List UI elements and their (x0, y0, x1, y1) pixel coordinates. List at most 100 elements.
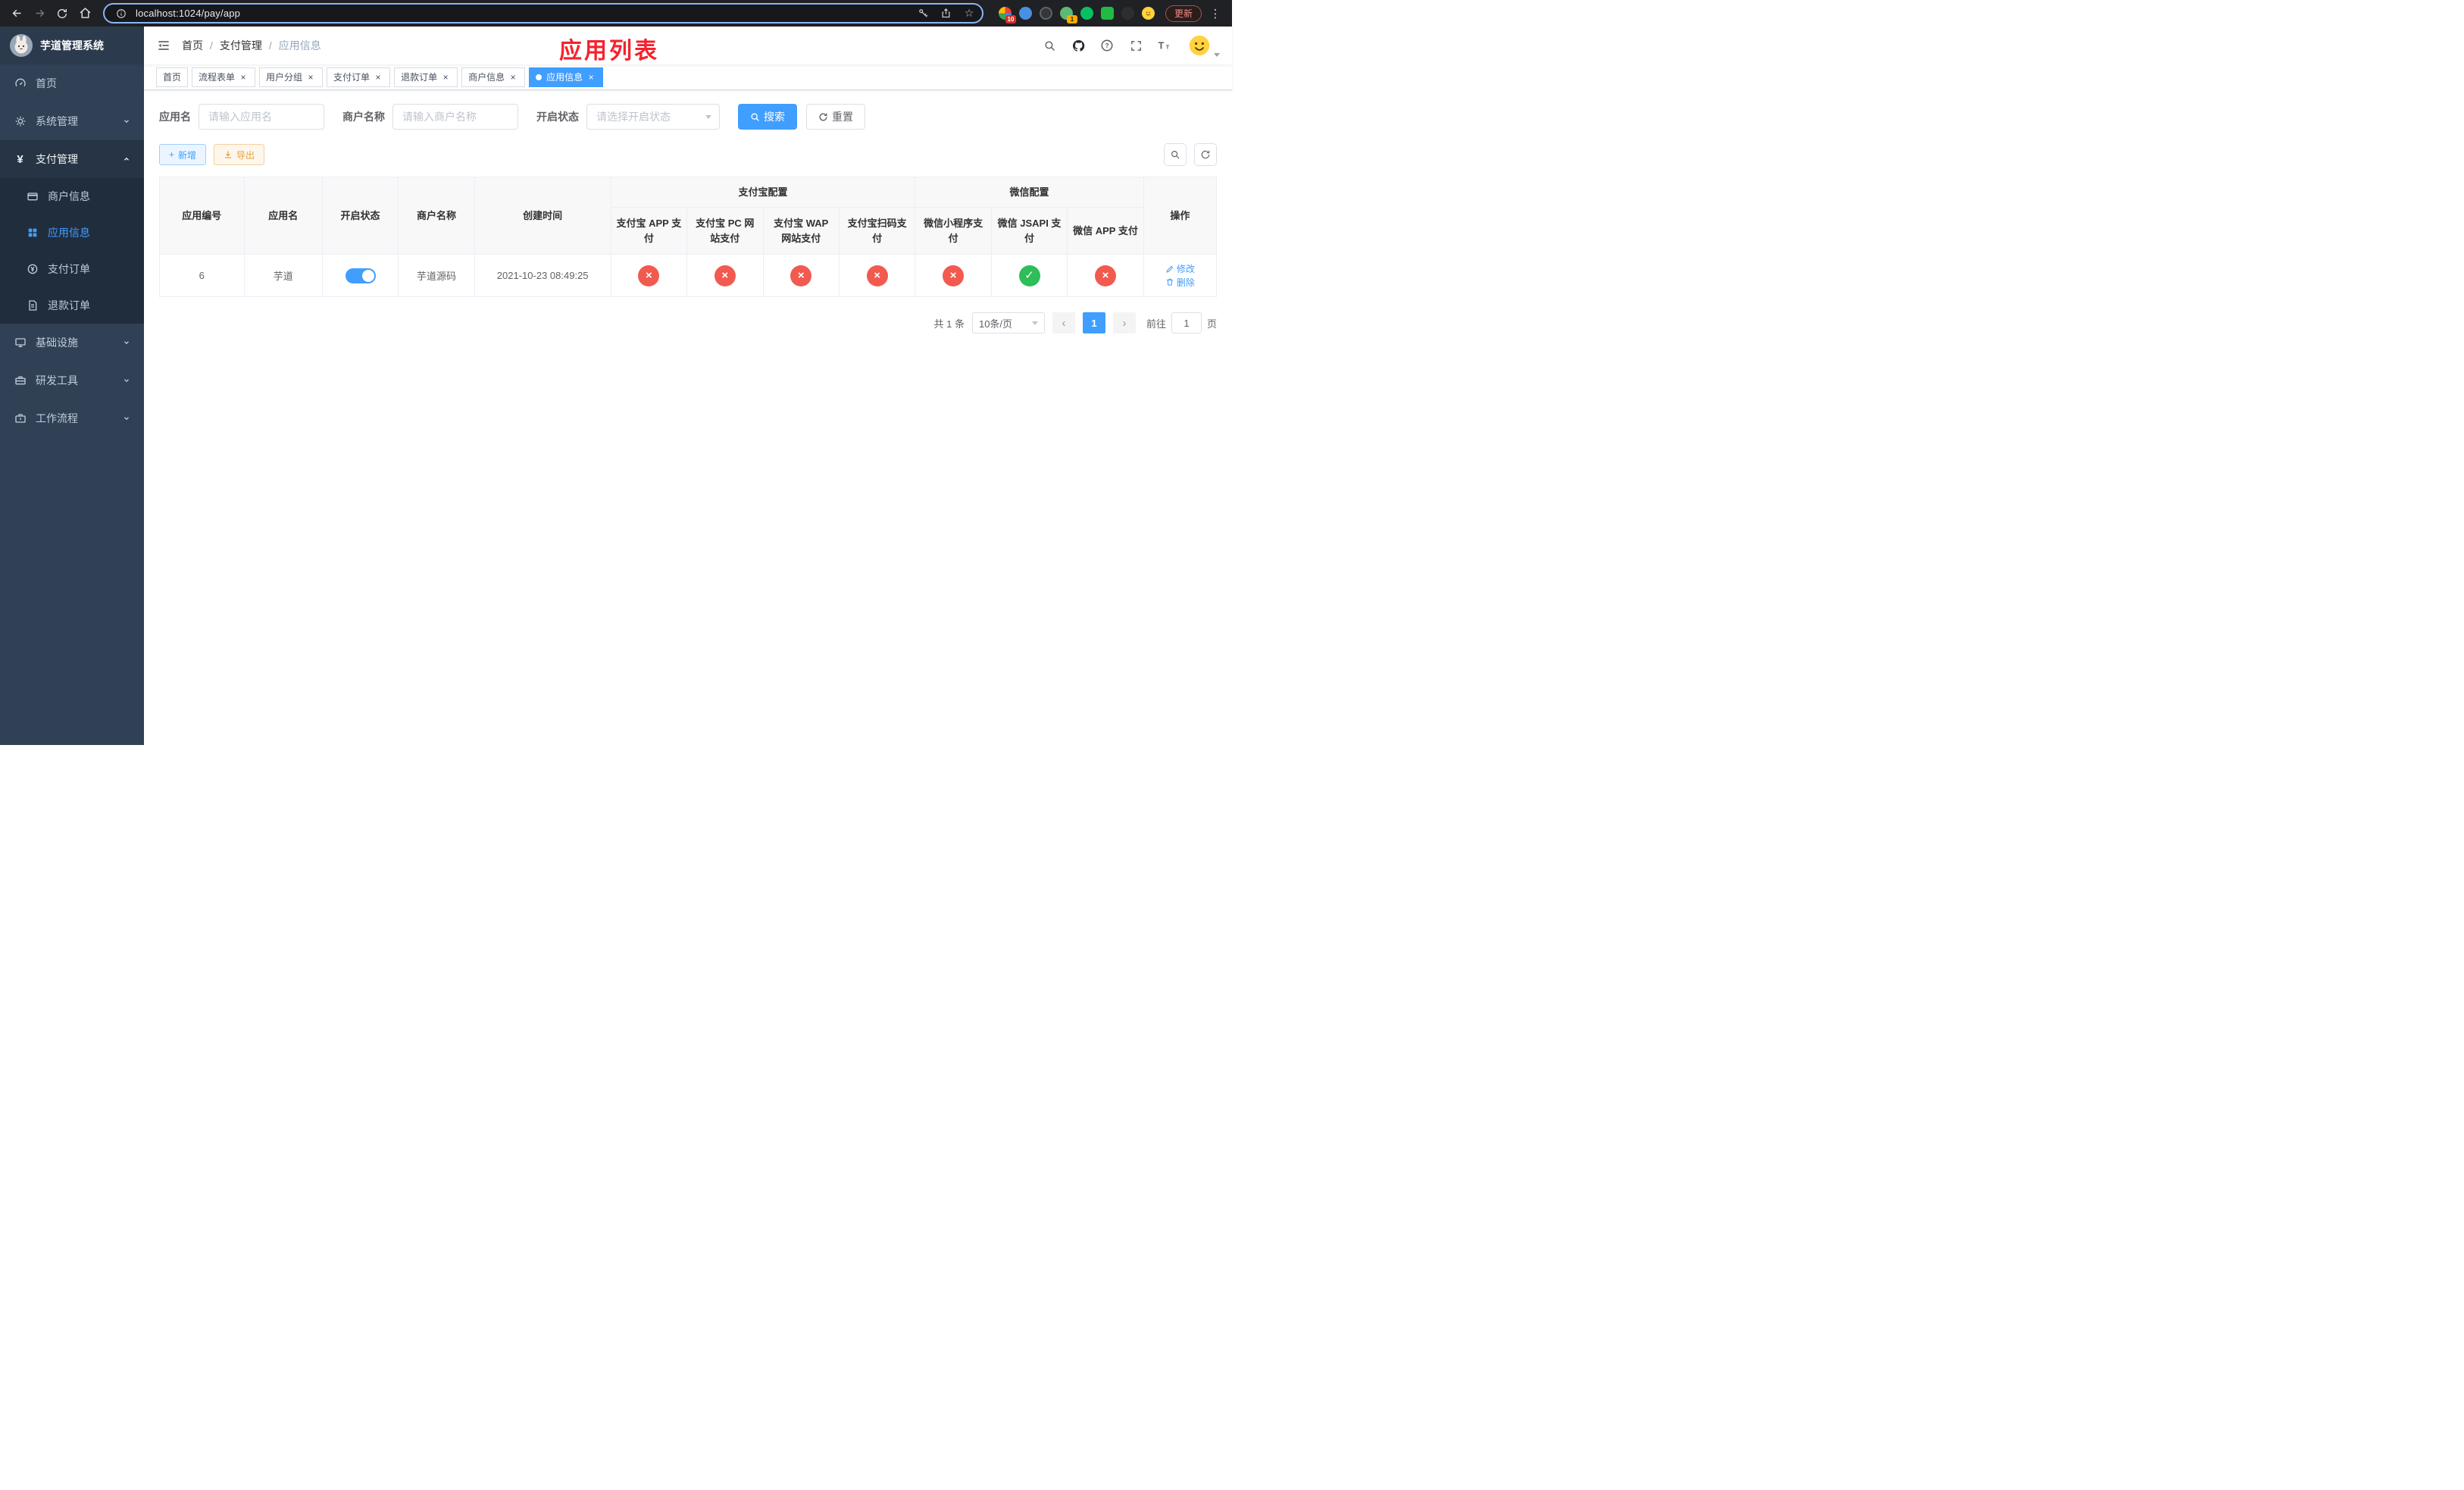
tab-app-info[interactable]: 应用信息 × (529, 67, 604, 87)
update-button[interactable]: 更新 (1165, 5, 1202, 22)
tab-process-form[interactable]: 流程表单 × (192, 67, 256, 87)
tab-close-icon[interactable]: × (508, 72, 518, 83)
share-icon[interactable] (938, 5, 955, 22)
page-size-select[interactable]: 10条/页 (971, 312, 1045, 333)
export-button[interactable]: 导出 (214, 144, 265, 165)
extensions-area: 10 1 (991, 7, 1162, 23)
col-header-alipay-qr: 支付宝扫码支付 (838, 207, 916, 255)
github-icon[interactable] (1070, 37, 1087, 54)
merchant-name-input[interactable] (392, 104, 518, 130)
chevron-down-icon (705, 114, 711, 119)
extension-icon-1[interactable]: 10 (998, 7, 1016, 23)
key-icon[interactable] (915, 5, 932, 22)
refresh-table-button[interactable] (1194, 143, 1217, 166)
search-button[interactable]: 搜索 (738, 104, 797, 130)
sidebar-subitem-merchant-info[interactable]: 商户信息 (0, 178, 144, 214)
breadcrumb-current: 应用信息 (278, 39, 321, 52)
payment-submenu: 商户信息 应用信息 支付订单 退款订单 (0, 178, 144, 324)
wx-jsapi-status-icon: ✓ (1018, 265, 1040, 286)
reload-button[interactable] (52, 3, 73, 24)
extension-icon-6[interactable] (1100, 7, 1114, 20)
profile-avatar-icon[interactable] (1141, 7, 1155, 20)
app-logo-row[interactable]: 芋道管理系统 (0, 27, 144, 64)
help-icon[interactable]: ? (1099, 37, 1115, 54)
tab-home[interactable]: 首页 (156, 67, 189, 87)
forward-button[interactable] (29, 3, 50, 24)
cell-created: 2021-10-23 08:49:25 (474, 254, 611, 297)
chevron-up-icon (123, 155, 130, 163)
sidebar-subitem-payment-orders[interactable]: 支付订单 (0, 251, 144, 287)
breadcrumb-section[interactable]: 支付管理 (220, 38, 262, 53)
sidebar-item-workflow[interactable]: 工作流程 (0, 399, 144, 437)
sidebar-subitem-refund-orders[interactable]: 退款订单 (0, 287, 144, 324)
extension-icon-7[interactable] (1121, 7, 1134, 20)
extension-icon-2[interactable] (1018, 7, 1032, 20)
active-dot (536, 74, 543, 80)
sidebar-item-system[interactable]: 系统管理 (0, 102, 144, 140)
app-table: 应用编号 应用名 开启状态 商户名称 创建时间 支付宝配置 微信配置 操作 支付… (159, 177, 1218, 297)
prev-page-button[interactable]: ‹ (1052, 312, 1075, 333)
hide-search-button[interactable] (1164, 143, 1187, 166)
briefcase-icon (14, 412, 27, 424)
page-content: 应用名 商户名称 开启状态 请选择开启状态 (144, 90, 1232, 745)
enable-switch[interactable] (345, 268, 376, 283)
pagination: 共 1 条 10条/页 ‹ 1 › 前往 页 (159, 312, 1217, 333)
font-size-icon[interactable]: TT (1156, 37, 1173, 54)
tab-refund-orders[interactable]: 退款订单 × (394, 67, 458, 87)
delete-link[interactable]: 删除 (1165, 276, 1195, 289)
page-number-1[interactable]: 1 (1082, 312, 1105, 333)
sidebar-item-infrastructure[interactable]: 基础设施 (0, 324, 144, 362)
tab-user-group[interactable]: 用户分组 × (259, 67, 324, 87)
sidebar-menu: 首页 系统管理 ¥ 支付管理 商户信息 应用信息 支付订单 退款订单 基础设施 … (0, 64, 144, 437)
extension-icon-4[interactable]: 1 (1059, 7, 1077, 23)
back-icon (12, 9, 20, 17)
col-header-wx-lite: 微信小程序支付 (915, 207, 992, 255)
tab-merchant-info[interactable]: 商户信息 × (461, 67, 526, 87)
tab-close-icon[interactable]: × (305, 72, 316, 83)
col-header-alipay-app: 支付宝 APP 支付 (610, 207, 688, 255)
tab-payment-orders[interactable]: 支付订单 × (327, 67, 391, 87)
toolbox-icon (14, 374, 27, 387)
next-page-button[interactable]: › (1112, 312, 1136, 333)
tab-close-icon[interactable]: × (238, 72, 249, 83)
pay-order-icon (26, 263, 39, 275)
star-icon[interactable]: ☆ (961, 5, 977, 22)
fullscreen-icon[interactable] (1127, 37, 1144, 54)
reload-icon (58, 8, 67, 18)
tab-close-icon[interactable]: × (373, 72, 383, 83)
sidebar-subitem-label: 支付订单 (48, 263, 90, 275)
search-icon[interactable] (1041, 37, 1058, 54)
sidebar-item-payment[interactable]: ¥ 支付管理 (0, 140, 144, 178)
browser-menu-button[interactable]: ⋮ (1205, 3, 1226, 24)
reset-button[interactable]: 重置 (806, 104, 865, 130)
avatar-dropdown-caret-icon[interactable] (1214, 53, 1220, 57)
browser-window: localhost:1024/pay/app ☆ 10 1 更新 ⋮ 芋道管理系… (0, 0, 1232, 745)
back-button[interactable] (6, 3, 27, 24)
status-select[interactable]: 请选择开启状态 (586, 104, 720, 130)
add-button[interactable]: + 新增 (159, 144, 207, 165)
app-name-input[interactable] (199, 104, 324, 130)
sidebar: 芋道管理系统 首页 系统管理 ¥ 支付管理 商户信息 应用信息 支付订单 退款订… (0, 27, 144, 745)
goto-label: 前往 (1146, 318, 1166, 330)
edit-link[interactable]: 修改 (1165, 262, 1195, 275)
sidebar-toggle-button[interactable] (156, 38, 171, 53)
url-bar[interactable]: localhost:1024/pay/app ☆ (103, 3, 983, 23)
sidebar-item-home[interactable]: 首页 (0, 64, 144, 102)
sidebar-item-devtools[interactable]: 研发工具 (0, 362, 144, 399)
tab-close-icon[interactable]: × (440, 72, 451, 83)
avatar[interactable] (1188, 34, 1211, 57)
search-icon (751, 112, 759, 121)
goto-input[interactable] (1171, 312, 1202, 333)
sidebar-subitem-app-info[interactable]: 应用信息 (0, 214, 144, 251)
credit-card-icon (26, 190, 39, 202)
info-icon[interactable] (113, 5, 130, 22)
user-menu[interactable] (1188, 34, 1220, 57)
cell-app-name: 芋道 (243, 254, 323, 297)
url-text[interactable]: localhost:1024/pay/app (136, 8, 909, 19)
extension-icon-3[interactable] (1039, 7, 1052, 20)
tab-close-icon[interactable]: × (586, 72, 596, 83)
breadcrumb-home[interactable]: 首页 (182, 38, 203, 53)
home-button[interactable] (74, 3, 95, 24)
extension-icon-5[interactable] (1080, 7, 1093, 20)
hamburger-icon (158, 41, 169, 50)
